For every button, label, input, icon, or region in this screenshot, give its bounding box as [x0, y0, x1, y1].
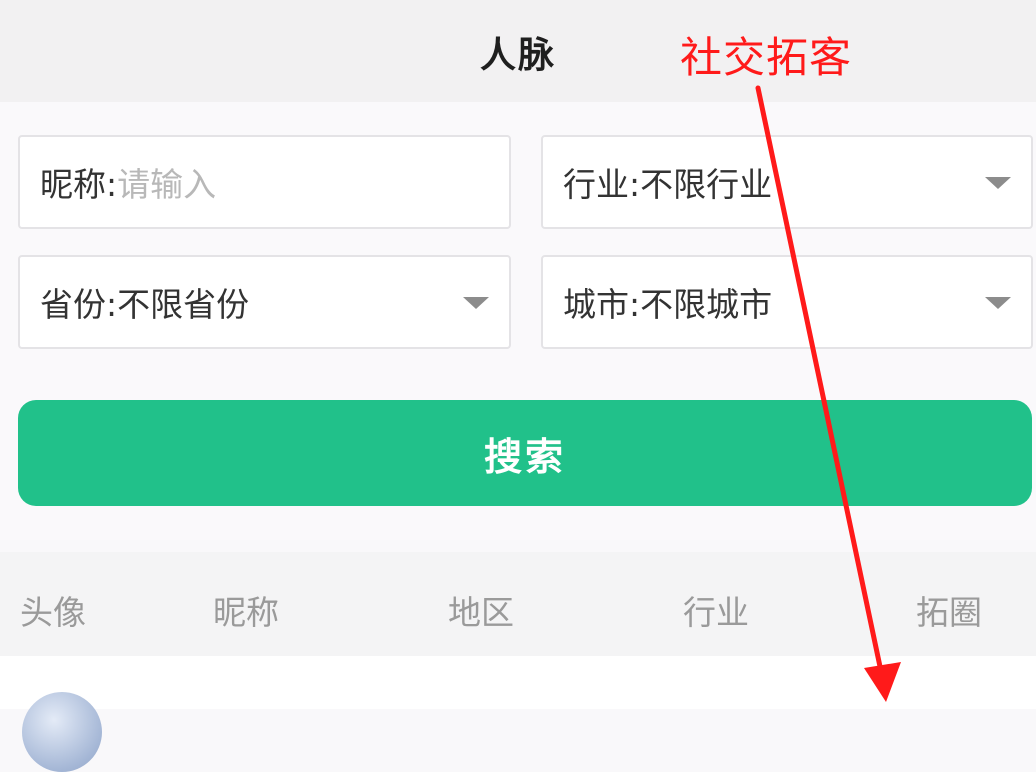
page-title: 人脉 [479, 35, 556, 76]
column-header-circle: 拓圈 [916, 593, 982, 632]
column-header-nickname: 昵称 [213, 593, 279, 632]
search-button[interactable]: 搜索 [18, 400, 1032, 506]
chevron-down-icon [985, 297, 1011, 309]
column-header-industry: 行业 [683, 593, 749, 632]
chevron-down-icon [463, 297, 489, 309]
city-value: 不限城市 [640, 285, 773, 324]
column-header-avatar: 头像 [20, 593, 86, 632]
province-label: 省份: [40, 285, 118, 324]
column-header-region: 地区 [448, 593, 514, 632]
top-bar: 人脉 [0, 0, 1036, 102]
province-select[interactable]: 省份: 不限省份 [18, 255, 511, 349]
industry-select[interactable]: 行业: 不限行业 [541, 135, 1033, 229]
nickname-field[interactable]: 昵称: 请输入 [18, 135, 511, 229]
city-select[interactable]: 城市: 不限城市 [541, 255, 1033, 349]
industry-value: 不限行业 [640, 165, 773, 204]
table-header: 头像 昵称 地区 行业 拓圈 [0, 552, 1036, 656]
annotation-label: 社交拓客 [680, 33, 853, 82]
province-value: 不限省份 [117, 285, 250, 324]
city-label: 城市: [563, 285, 641, 324]
chevron-down-icon [985, 177, 1011, 189]
result-list [0, 656, 1036, 709]
user-avatar[interactable] [22, 692, 102, 772]
industry-label: 行业: [563, 165, 641, 204]
nickname-input[interactable]: 请输入 [117, 158, 216, 206]
nickname-label: 昵称: [40, 165, 118, 204]
